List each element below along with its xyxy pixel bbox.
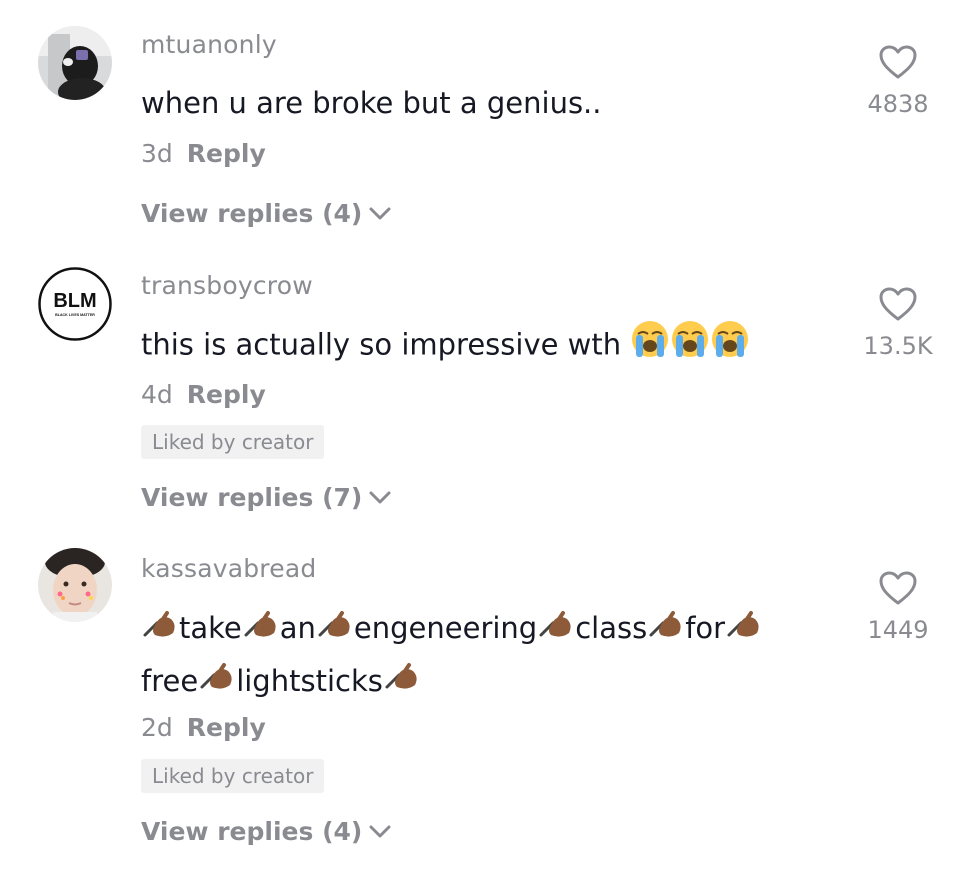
view-replies-label: View replies (7) [141, 483, 363, 512]
view-replies-button[interactable]: View replies (7) [141, 483, 392, 512]
chevron-down-icon [368, 199, 392, 228]
avatar[interactable] [38, 548, 112, 622]
comment-meta: 3d Reply [141, 139, 266, 168]
reply-button[interactable]: Reply [187, 713, 266, 742]
reply-button[interactable]: Reply [187, 139, 266, 168]
view-replies-button[interactable]: View replies (4) [141, 199, 392, 228]
loudly-crying-face-emoji [630, 319, 750, 374]
comment-username[interactable]: kassavabread [141, 554, 316, 583]
comment-word: engeneering [353, 611, 538, 645]
comment-word: class [575, 611, 648, 645]
comment-text: this is actually so impressive wth [141, 319, 821, 374]
comment-word: free [141, 663, 199, 698]
writing-hand-emoji [725, 605, 763, 656]
view-replies-button[interactable]: View replies (4) [141, 817, 392, 846]
liked-by-creator-badge: Liked by creator [141, 759, 325, 793]
heart-outline-icon[interactable] [858, 570, 938, 610]
view-replies-label: View replies (4) [141, 817, 363, 846]
writing-hand-emoji [537, 605, 575, 656]
comment-username[interactable]: mtuanonly [141, 30, 277, 59]
heart-outline-icon[interactable] [858, 44, 938, 84]
comment-age: 4d [141, 380, 173, 409]
like-count: 13.5K [863, 332, 933, 360]
comment-word: an [279, 611, 316, 645]
blm-logo-text: BLM [53, 290, 96, 312]
heart-outline-icon[interactable] [858, 286, 938, 326]
comment-username[interactable]: transboycrow [141, 271, 313, 300]
like-control: 1449 [858, 570, 938, 644]
comment-word: for [685, 611, 726, 645]
view-replies-label: View replies (4) [141, 199, 363, 228]
writing-hand-emoji [198, 657, 236, 708]
comment-meta: 4d Reply [141, 380, 266, 409]
chevron-down-icon [368, 817, 392, 846]
writing-hand-emoji [316, 605, 354, 656]
writing-hand-emoji [242, 605, 280, 656]
like-count: 1449 [867, 616, 929, 644]
comment-text: when u are broke but a genius.. [141, 86, 602, 120]
avatar[interactable]: BLM BLACK LIVES MATTER [38, 267, 112, 341]
writing-hand-emoji [383, 657, 421, 708]
comment-word: lightsticks [236, 663, 383, 698]
comment-text-body: this is actually so impressive wth [141, 327, 622, 362]
like-control: 4838 [858, 44, 938, 118]
writing-hand-emoji [141, 605, 179, 656]
avatar[interactable] [38, 26, 112, 100]
comment-age: 2d [141, 713, 173, 742]
comment-text-line: take an engeneering class for [141, 603, 821, 656]
blm-logo-subtext: BLACK LIVES MATTER [55, 313, 95, 317]
comment-word: take [179, 611, 242, 645]
chevron-down-icon [368, 483, 392, 512]
comment-meta: 2d Reply [141, 713, 266, 742]
comment-text-line: free lightsticks [141, 656, 821, 709]
writing-hand-emoji [647, 605, 685, 656]
like-count: 4838 [867, 90, 929, 118]
liked-by-creator-badge: Liked by creator [141, 425, 325, 459]
like-control: 13.5K [858, 286, 938, 360]
comment-age: 3d [141, 139, 173, 168]
comment-text: take an engeneering class for free lightstick… [141, 603, 821, 708]
reply-button[interactable]: Reply [187, 380, 266, 409]
